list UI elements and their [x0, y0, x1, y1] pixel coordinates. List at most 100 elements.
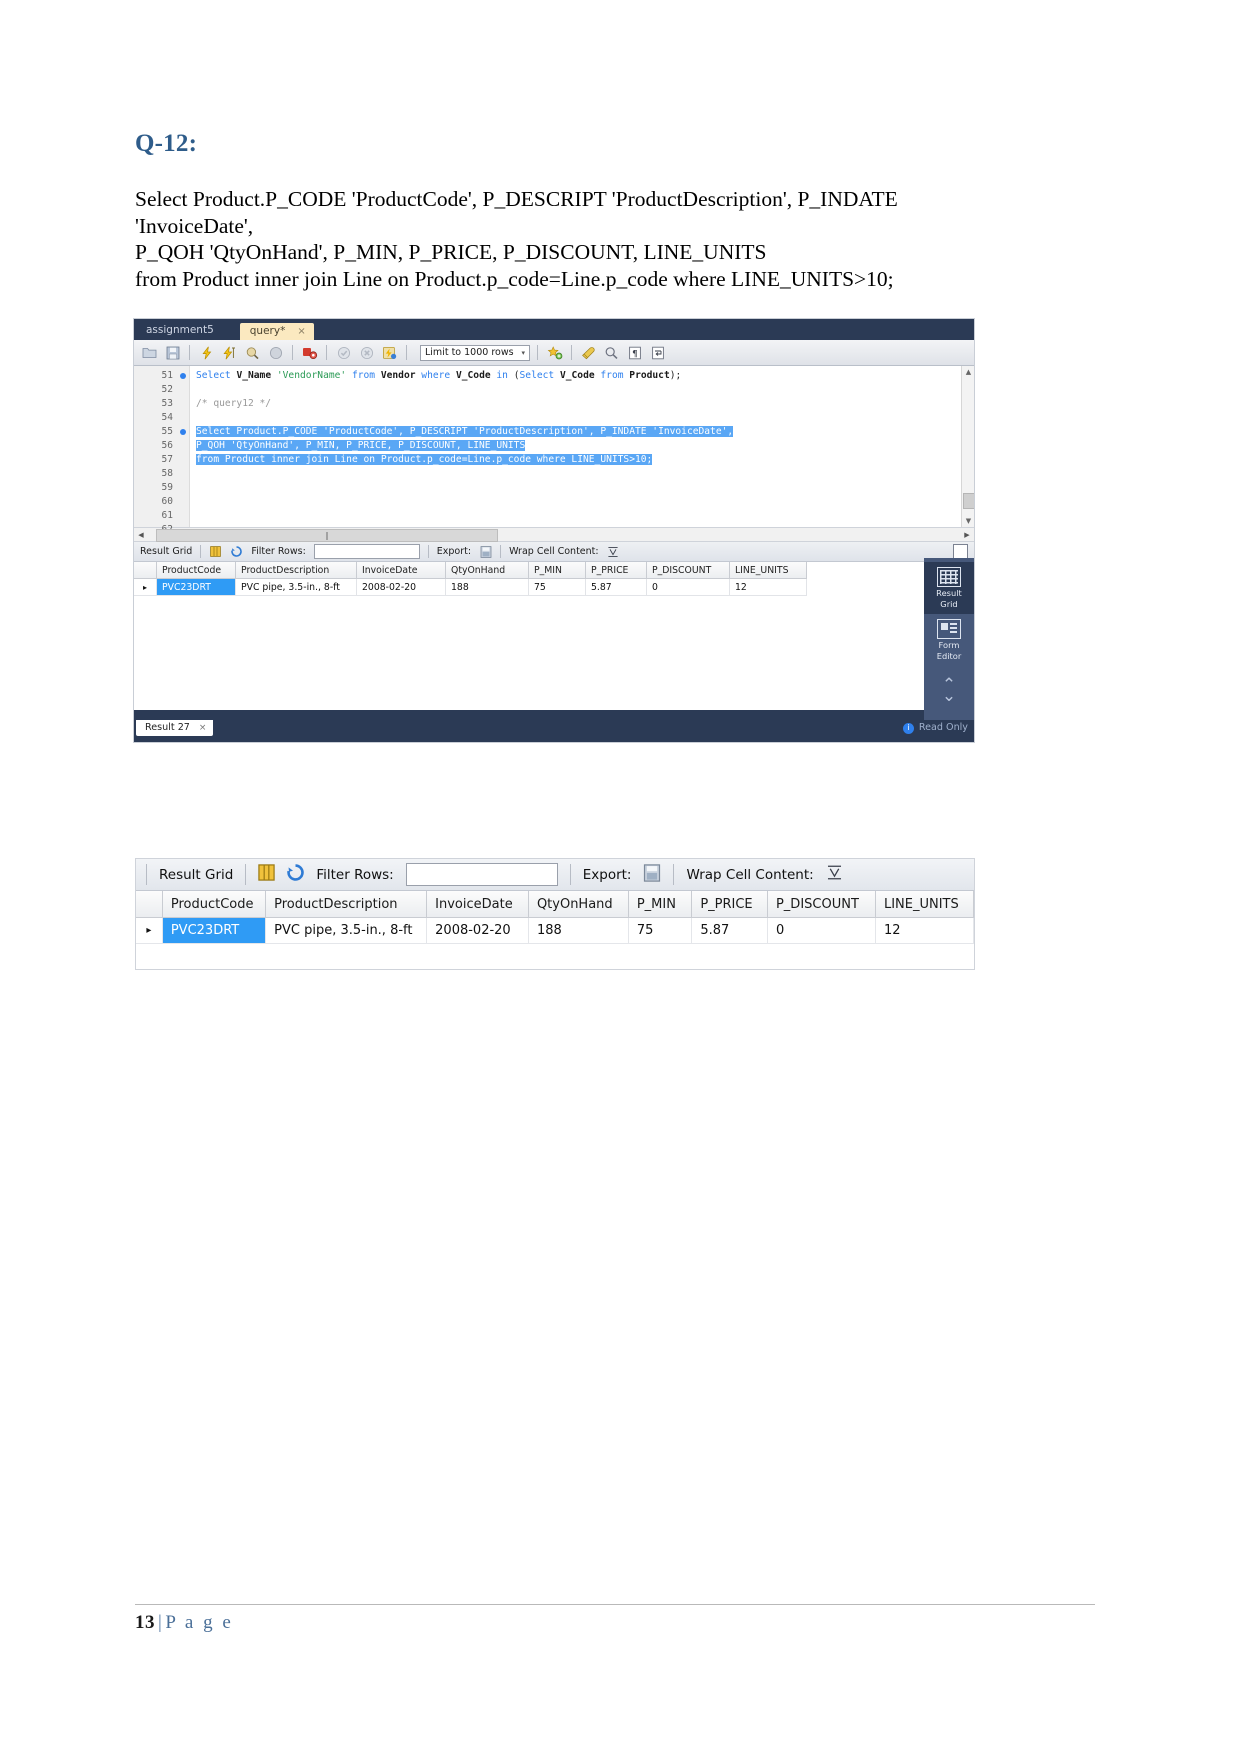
code-area[interactable]: Select V_Name 'VendorName' from Vendor w…	[190, 366, 974, 527]
column-header[interactable]: ProductDescription	[265, 891, 428, 918]
save-script-icon[interactable]	[163, 343, 182, 362]
column-header[interactable]: LINE_UNITS	[875, 891, 974, 918]
column-header[interactable]: QtyOnHand	[528, 891, 629, 918]
column-header[interactable]: LINE_UNITS	[729, 562, 807, 579]
maximize-results-button[interactable]	[953, 544, 968, 559]
column-header[interactable]: ProductCode	[156, 562, 236, 579]
table-cell[interactable]: PVC pipe, 3.5-in., 8-ft	[235, 578, 357, 596]
table-cell[interactable]: PVC23DRT	[156, 578, 236, 596]
column-header[interactable]: P_PRICE	[691, 891, 768, 918]
table-cell[interactable]: 5.87	[691, 917, 768, 944]
export-icon[interactable]	[643, 863, 661, 886]
scroll-right-arrow-icon[interactable]: ▶	[960, 531, 974, 539]
toggle-stop-on-error-icon[interactable]	[300, 343, 319, 362]
table-cell[interactable]: 0	[767, 917, 876, 944]
breakpoint-marker-icon[interactable]	[180, 429, 186, 435]
row-limit-select[interactable]: Limit to 1000 rows ▾	[420, 344, 530, 361]
code-line[interactable]	[196, 481, 974, 495]
column-header[interactable]: ProductDescription	[235, 562, 357, 579]
line-number: 52	[161, 384, 173, 395]
execute-icon[interactable]	[197, 343, 216, 362]
autocommit-icon[interactable]	[380, 343, 399, 362]
table-cell[interactable]: 5.87	[585, 578, 647, 596]
column-header[interactable]: P_DISCOUNT	[767, 891, 876, 918]
beautify-query-icon[interactable]	[579, 343, 598, 362]
toggle-wrapping-icon[interactable]	[648, 343, 667, 362]
column-header[interactable]: InvoiceDate	[426, 891, 529, 918]
code-line[interactable]	[196, 523, 974, 527]
code-line[interactable]	[196, 467, 974, 481]
filter-rows-input[interactable]	[313, 544, 420, 559]
commit-icon[interactable]	[334, 343, 353, 362]
scrollbar-thumb[interactable]: ‖	[156, 528, 498, 542]
result-grid-panel[interactable]: ProductCode ProductDescription InvoiceDate…	[134, 562, 974, 710]
column-header[interactable]: InvoiceDate	[356, 562, 446, 579]
code-line[interactable]: /* query12 */	[196, 397, 974, 411]
grid-view-icon[interactable]	[209, 545, 222, 558]
rollback-icon[interactable]	[357, 343, 376, 362]
code-line[interactable]	[196, 495, 974, 509]
explain-query-icon[interactable]	[243, 343, 262, 362]
table-row[interactable]: ▸ PVC23DRT PVC pipe, 3.5-in., 8-ft 2008-02-…	[134, 578, 807, 596]
toggle-snippets-icon[interactable]	[545, 343, 564, 362]
toggle-invisible-chars-icon[interactable]: ¶	[625, 343, 644, 362]
chevron-down-icon[interactable]: ⌄	[942, 688, 956, 705]
form-editor-button[interactable]: Form Editor	[924, 614, 974, 666]
table-cell[interactable]: 0	[646, 578, 730, 596]
toolbar-divider	[569, 864, 571, 885]
code-line[interactable]	[196, 509, 974, 523]
code-line[interactable]	[196, 383, 974, 397]
wrap-cell-icon[interactable]	[826, 864, 843, 885]
column-header[interactable]: P_MIN	[628, 891, 693, 918]
schema-tab-label[interactable]: assignment5	[142, 324, 226, 340]
column-header[interactable]: QtyOnHand	[445, 562, 529, 579]
close-icon[interactable]: ×	[297, 323, 305, 340]
table-cell[interactable]: 75	[628, 917, 693, 944]
sidebar-scroll-control[interactable]: ⌃ ⌄	[942, 677, 956, 705]
code-line[interactable]: Select V_Name 'VendorName' from Vendor w…	[196, 369, 974, 383]
code-line[interactable]: from Product inner join Line on Product.…	[196, 453, 974, 467]
stop-icon[interactable]	[266, 343, 285, 362]
table-cell[interactable]: 188	[528, 917, 629, 944]
scrollbar-track[interactable]: ‖	[148, 528, 960, 542]
scroll-down-arrow-icon[interactable]: ▼	[962, 515, 974, 527]
table-cell[interactable]: PVC pipe, 3.5-in., 8-ft	[265, 917, 428, 944]
open-script-icon[interactable]	[140, 343, 159, 362]
result-set-tab[interactable]: Result 27 ×	[136, 720, 214, 736]
column-header[interactable]: P_DISCOUNT	[646, 562, 730, 579]
table-cell[interactable]: 12	[729, 578, 807, 596]
row-marker[interactable]: ▸	[134, 578, 157, 596]
execute-current-statement-icon[interactable]	[220, 343, 239, 362]
find-icon[interactable]	[602, 343, 621, 362]
grid-view-icon[interactable]	[258, 864, 276, 885]
row-marker[interactable]: ▸	[136, 917, 163, 944]
refresh-icon[interactable]	[230, 545, 243, 558]
table-cell[interactable]: 75	[528, 578, 586, 596]
result-grid-button[interactable]: Result Grid	[924, 562, 974, 614]
column-header[interactable]: ProductCode	[162, 891, 267, 918]
scroll-up-arrow-icon[interactable]: ▲	[962, 366, 974, 378]
code-line[interactable]: Select Product.P_CODE 'ProductCode', P_D…	[196, 425, 974, 439]
refresh-icon[interactable]	[287, 864, 305, 885]
footer-separator: |	[158, 1612, 163, 1633]
query-tab[interactable]: query* ×	[239, 323, 314, 340]
column-header[interactable]: P_PRICE	[585, 562, 647, 579]
table-cell[interactable]: 12	[875, 917, 974, 944]
table-cell[interactable]: 2008-02-20	[356, 578, 446, 596]
column-header[interactable]: P_MIN	[528, 562, 586, 579]
scrollbar-thumb[interactable]	[963, 493, 974, 509]
close-icon[interactable]: ×	[199, 720, 207, 736]
filter-rows-input[interactable]	[405, 863, 558, 886]
table-cell[interactable]: PVC23DRT	[162, 917, 267, 944]
sql-code-editor[interactable]: 515253545556575859606162 Select V_Name '…	[134, 366, 974, 535]
code-line[interactable]	[196, 411, 974, 425]
editor-vertical-scrollbar[interactable]: ▲ ▼	[961, 366, 974, 527]
export-icon[interactable]	[479, 545, 492, 558]
wrap-cell-icon[interactable]	[607, 545, 620, 558]
table-cell[interactable]: 188	[445, 578, 529, 596]
table-cell[interactable]: 2008-02-20	[426, 917, 529, 944]
code-line[interactable]: P_QOH 'QtyOnHand', P_MIN, P_PRICE, P_DIS…	[196, 439, 974, 453]
breakpoint-marker-icon[interactable]	[180, 373, 186, 379]
table-row[interactable]: ▸ PVC23DRT PVC pipe, 3.5-in., 8-ft 2008-02-…	[136, 917, 974, 944]
editor-horizontal-scrollbar[interactable]: ◀ ‖ ▶	[134, 528, 974, 542]
